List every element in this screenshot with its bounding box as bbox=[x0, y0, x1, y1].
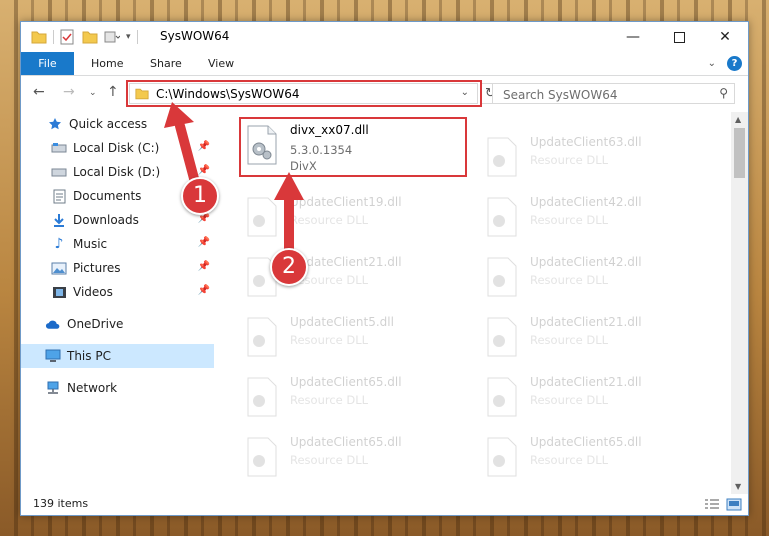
arrow-2-head bbox=[274, 172, 304, 200]
step-2-badge: 2 bbox=[270, 248, 308, 286]
arrow-1-head bbox=[164, 102, 194, 128]
step-1-badge: 1 bbox=[181, 177, 219, 215]
annotation-arrows bbox=[164, 102, 304, 255]
